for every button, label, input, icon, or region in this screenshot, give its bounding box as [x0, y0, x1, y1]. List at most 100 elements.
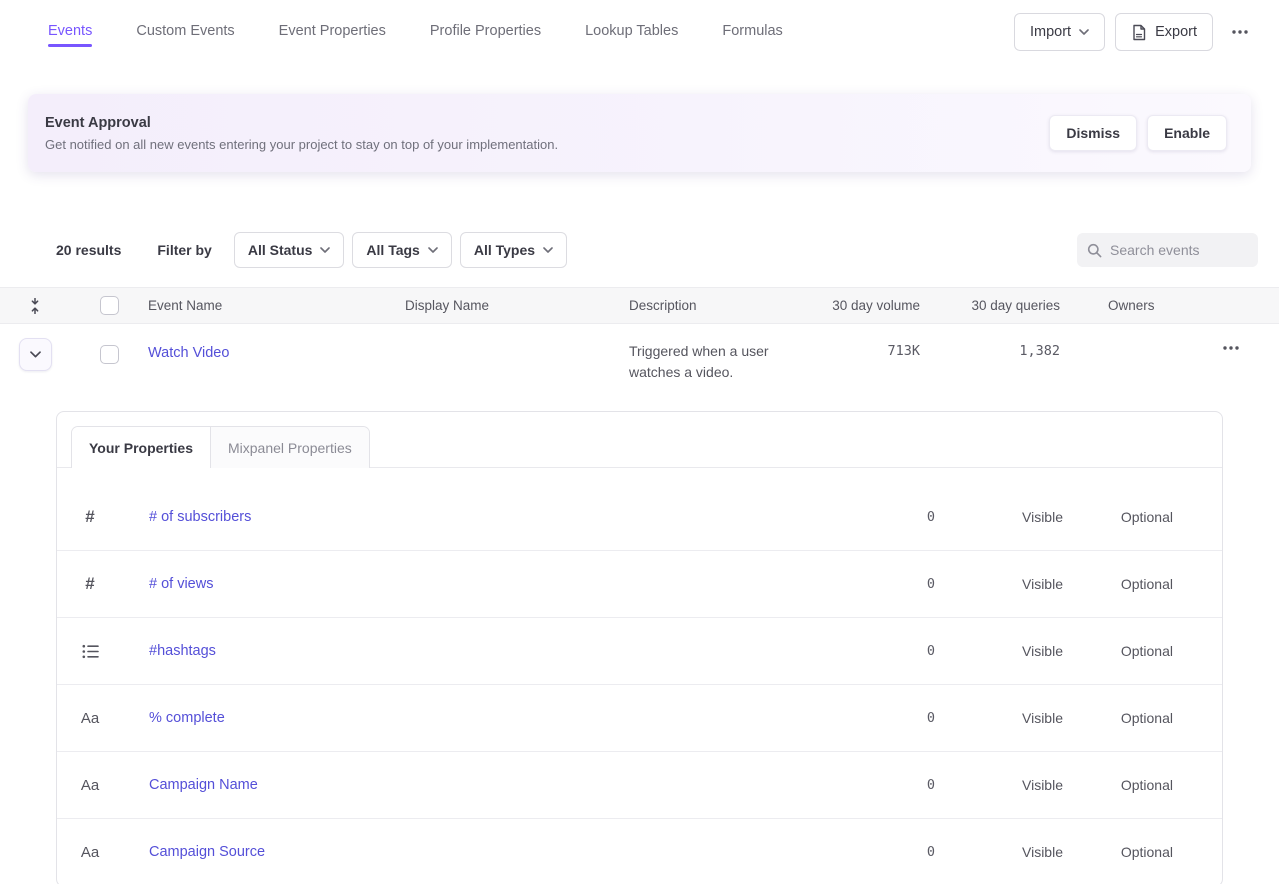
row-checkbox[interactable] — [100, 345, 119, 364]
text-icon: Aa — [57, 710, 123, 727]
owners-cell — [1108, 324, 1198, 396]
number-icon: # — [57, 507, 123, 527]
event-name-cell: Watch Video — [148, 324, 405, 396]
property-row: #hashtags 0 Visible Optional — [57, 618, 1222, 685]
property-requirement: Optional — [1063, 576, 1173, 592]
tab-event-properties[interactable]: Event Properties — [279, 11, 386, 53]
row-checkbox-cell — [70, 324, 148, 396]
text-icon: Aa — [57, 777, 123, 794]
results-count: 20 results — [56, 242, 121, 258]
property-requirement: Optional — [1063, 710, 1173, 726]
chevron-down-icon — [543, 247, 553, 253]
search-input[interactable] — [1110, 242, 1248, 258]
ellipsis-icon — [1222, 345, 1240, 351]
properties-tab-group: Your Properties Mixpanel Properties — [71, 426, 370, 468]
number-icon: # — [57, 574, 123, 594]
property-link[interactable]: % complete — [149, 710, 225, 726]
types-filter-dropdown[interactable]: All Types — [460, 232, 567, 268]
row-more-button[interactable] — [1218, 341, 1244, 355]
property-requirement: Optional — [1063, 509, 1173, 525]
col-event-name: Event Name — [148, 298, 405, 313]
tab-profile-properties[interactable]: Profile Properties — [430, 11, 541, 53]
property-visibility: Visible — [935, 777, 1063, 793]
property-requirement: Optional — [1063, 844, 1173, 860]
import-button[interactable]: Import — [1014, 13, 1105, 51]
tab-formulas[interactable]: Formulas — [722, 11, 782, 53]
collapse-all-button[interactable] — [0, 298, 70, 314]
tags-filter-label: All Tags — [366, 242, 419, 258]
event-properties-panel: Your Properties Mixpanel Properties # # … — [56, 411, 1223, 884]
volume-cell: 713K — [820, 324, 920, 396]
property-visibility: Visible — [935, 643, 1063, 659]
property-link[interactable]: Campaign Name — [149, 777, 258, 793]
export-csv-icon — [1131, 24, 1147, 41]
property-link[interactable]: # of subscribers — [149, 509, 251, 525]
import-button-label: Import — [1030, 24, 1071, 40]
col-30-day-volume: 30 day volume — [820, 298, 920, 313]
filter-bar: 20 results Filter by All Status All Tags… — [56, 232, 1258, 268]
event-name-link[interactable]: Watch Video — [148, 345, 229, 361]
lexicon-page: Events Custom Events Event Properties Pr… — [0, 0, 1279, 884]
banner-actions: Dismiss Enable — [1049, 115, 1227, 151]
tab-mixpanel-properties[interactable]: Mixpanel Properties — [210, 427, 369, 468]
table-row-watch-video: Watch Video Triggered when a user watche… — [0, 324, 1279, 396]
ellipsis-icon — [1231, 29, 1249, 35]
chevron-down-icon — [320, 247, 330, 253]
text-icon: Aa — [57, 844, 123, 861]
chevron-down-icon — [428, 247, 438, 253]
header-checkbox-cell — [70, 296, 148, 315]
property-link[interactable]: # of views — [149, 576, 213, 592]
nav-actions: Import Export — [1014, 13, 1257, 51]
properties-list: # # of subscribers 0 Visible Optional # … — [57, 468, 1222, 884]
row-actions-cell — [1198, 324, 1279, 396]
description-cell: Triggered when a user watches a video. — [629, 324, 807, 396]
property-requirement: Optional — [1063, 643, 1173, 659]
list-icon — [57, 644, 123, 659]
property-row: # # of subscribers 0 Visible Optional — [57, 484, 1222, 551]
col-30-day-queries: 30 day queries — [920, 298, 1060, 313]
search-icon — [1087, 243, 1102, 258]
property-value: 0 — [815, 710, 935, 726]
property-requirement: Optional — [1063, 777, 1173, 793]
display-name-cell — [405, 324, 629, 396]
events-table-header: Event Name Display Name Description 30 d… — [0, 287, 1279, 324]
property-value: 0 — [815, 576, 935, 592]
property-link[interactable]: #hashtags — [149, 643, 216, 659]
tab-lookup-tables[interactable]: Lookup Tables — [585, 11, 678, 53]
property-visibility: Visible — [935, 509, 1063, 525]
col-description: Description — [629, 298, 820, 313]
chevron-down-icon — [30, 351, 41, 358]
collapse-row-button[interactable] — [19, 338, 52, 371]
tags-filter-dropdown[interactable]: All Tags — [352, 232, 451, 268]
property-row: Aa Campaign Source 0 Visible Optional — [57, 819, 1222, 884]
enable-button[interactable]: Enable — [1147, 115, 1227, 151]
status-filter-dropdown[interactable]: All Status — [234, 232, 345, 268]
dismiss-button[interactable]: Dismiss — [1049, 115, 1137, 151]
col-display-name: Display Name — [405, 298, 629, 313]
properties-tabbar: Your Properties Mixpanel Properties — [57, 412, 1222, 468]
tab-custom-events[interactable]: Custom Events — [136, 11, 234, 53]
property-link[interactable]: Campaign Source — [149, 844, 265, 860]
banner-title: Event Approval — [45, 115, 1049, 131]
tab-your-properties[interactable]: Your Properties — [72, 427, 210, 468]
banner-description: Get notified on all new events entering … — [45, 137, 1049, 152]
property-row: # # of views 0 Visible Optional — [57, 551, 1222, 618]
property-value: 0 — [815, 643, 935, 659]
property-value: 0 — [815, 844, 935, 860]
property-visibility: Visible — [935, 576, 1063, 592]
chevron-down-icon — [1079, 29, 1089, 35]
expand-row-cell — [0, 324, 70, 396]
select-all-checkbox[interactable] — [100, 296, 119, 315]
export-button[interactable]: Export — [1115, 13, 1213, 51]
tab-events[interactable]: Events — [48, 11, 92, 53]
col-owners: Owners — [1108, 298, 1198, 313]
banner-text: Event Approval Get notified on all new e… — [45, 115, 1049, 152]
property-row: Aa Campaign Name 0 Visible Optional — [57, 752, 1222, 819]
nav-tabs: Events Custom Events Event Properties Pr… — [48, 11, 1014, 53]
filter-by-label: Filter by — [157, 242, 211, 258]
property-visibility: Visible — [935, 710, 1063, 726]
more-options-button[interactable] — [1223, 13, 1257, 51]
export-button-label: Export — [1155, 24, 1197, 40]
status-filter-label: All Status — [248, 242, 313, 258]
event-approval-banner: Event Approval Get notified on all new e… — [28, 94, 1251, 172]
